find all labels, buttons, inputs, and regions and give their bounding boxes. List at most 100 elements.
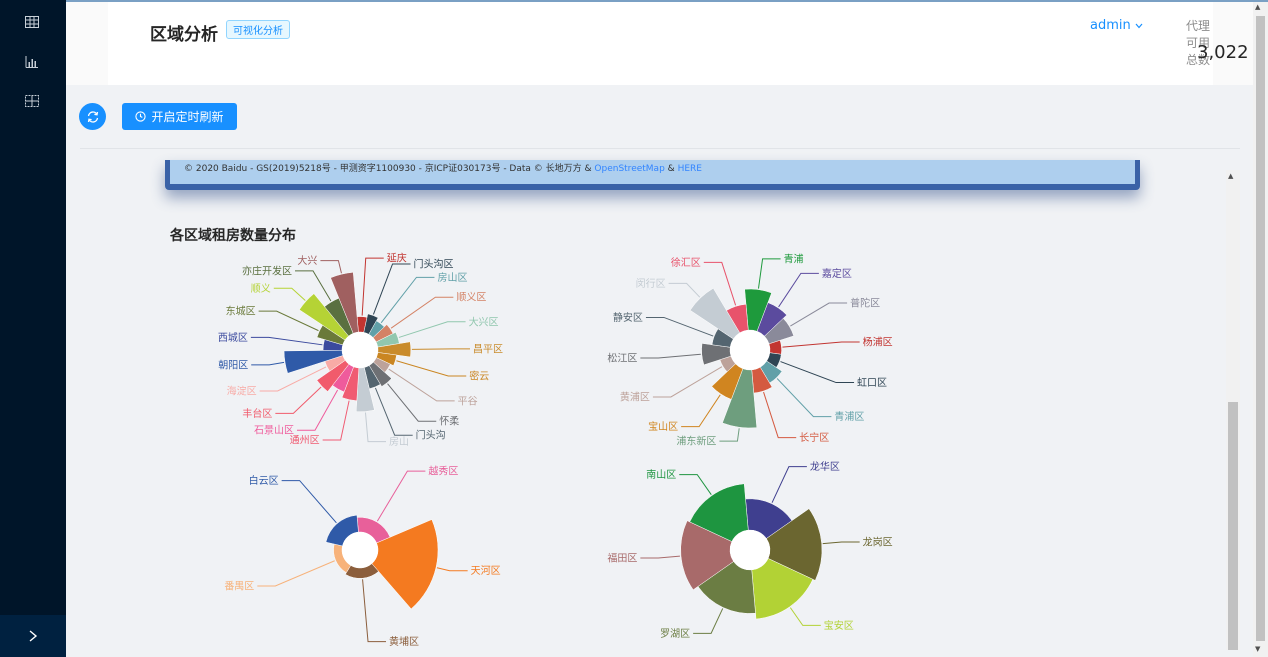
rose-label: 门头沟 xyxy=(416,429,446,442)
rose-label-line xyxy=(719,428,740,442)
rose-label: 宝安区 xyxy=(824,619,854,632)
rose-label: 番禺区 xyxy=(224,580,254,592)
rose-label-line xyxy=(390,296,454,329)
rose-label: 青浦 xyxy=(784,252,804,265)
rose-label: 南山区 xyxy=(646,468,676,481)
refresh-icon xyxy=(87,110,98,123)
rose-label-line xyxy=(281,480,337,524)
rose-label: 杨浦区 xyxy=(863,335,893,348)
bar-chart-icon[interactable] xyxy=(24,55,40,69)
page-title: 区域分析 xyxy=(150,25,218,45)
rose-label-line xyxy=(790,302,848,327)
rose-label-line xyxy=(645,316,714,337)
timer-refresh-button[interactable]: 开启定时刷新 xyxy=(122,103,237,130)
rose-label-line xyxy=(652,366,723,398)
page-scrollbar-thumb[interactable] xyxy=(1256,16,1265,641)
section-title: 各区域租房数量分布 xyxy=(170,228,296,244)
rose-label: 白云区 xyxy=(249,474,279,487)
rose-label: 嘉定区 xyxy=(822,267,852,280)
rose-label-line xyxy=(693,608,724,634)
rose-label: 罗湖区 xyxy=(660,628,690,640)
rose-label: 通州区 xyxy=(290,434,320,446)
rose-label: 天河区 xyxy=(471,565,501,577)
rose-label-line xyxy=(681,394,721,428)
rose-label-line xyxy=(388,368,455,402)
page-scroll-up-arrow[interactable]: ▲ xyxy=(1255,3,1260,11)
content-scrollbar-thumb[interactable] xyxy=(1228,402,1238,650)
rose-label-line xyxy=(771,466,807,503)
map-here-link[interactable]: HERE xyxy=(678,164,702,174)
rose-label-line xyxy=(296,389,339,431)
rose-label-line xyxy=(668,282,701,298)
rose-label: 长宁区 xyxy=(799,431,829,444)
rose-label-line xyxy=(396,360,467,377)
rose-label: 房山 xyxy=(389,435,409,448)
rose-label: 密云 xyxy=(469,370,489,383)
map-osm-link[interactable]: OpenStreetMap xyxy=(594,164,664,174)
rose-label-line xyxy=(436,567,468,572)
refresh-button[interactable] xyxy=(79,103,106,130)
grid-icon[interactable] xyxy=(24,94,40,108)
user-menu[interactable]: admin xyxy=(1090,18,1143,33)
rose-label: 丰台区 xyxy=(242,407,272,420)
shenzhen-rose-chart: 龙华区龙岗区宝安区罗湖区 福田区 南山区 xyxy=(607,460,893,640)
map-view[interactable]: © 2020 Baidu - GS(2019)5218号 - 甲测资字11009… xyxy=(170,160,1135,184)
rose-label-line xyxy=(679,474,712,495)
rose-label: 虹口区 xyxy=(857,377,887,389)
rose-label-line xyxy=(778,272,819,308)
rose-label: 浦东新区 xyxy=(676,435,716,448)
rose-label: 龙华区 xyxy=(810,460,840,473)
map-copyright-text: © 2020 Baidu - GS(2019)5218号 - 甲测资字11009… xyxy=(184,164,592,174)
rose-label: 门头沟区 xyxy=(414,257,454,270)
rose-label-line xyxy=(275,386,322,414)
rose-label-line xyxy=(376,470,426,522)
map-copyright: © 2020 Baidu - GS(2019)5218号 - 甲测资字11009… xyxy=(184,162,702,176)
page-tag: 可视化分析 xyxy=(226,20,290,39)
rose-label: 顺义区 xyxy=(456,292,486,304)
rose-label-line xyxy=(640,353,701,359)
scroll-up-arrow[interactable]: ▲ xyxy=(1228,172,1233,180)
rose-label: 龙岗区 xyxy=(863,535,893,548)
table-icon[interactable] xyxy=(24,15,40,29)
rose-label-line xyxy=(757,258,781,289)
sidebar-collapse-button[interactable] xyxy=(0,615,66,657)
rose-label-line xyxy=(361,257,384,316)
header: 区域分析 可视化分析 admin 代理可用总数 3,022 xyxy=(66,2,1253,85)
rose-label: 静安区 xyxy=(613,311,643,324)
rose-label: 黄埔区 xyxy=(389,635,419,648)
map-link-separator: & xyxy=(667,164,675,174)
guangzhou-rose-chart: 越秀区天河区黄埔区 番禺区 白云区 xyxy=(224,465,501,649)
page-scroll-down-arrow[interactable]: ▼ xyxy=(1255,645,1260,653)
rose-label-line xyxy=(822,541,860,545)
rose-label: 亦庄开发区 xyxy=(242,264,292,277)
rose-center xyxy=(730,530,770,570)
rose-label-line xyxy=(782,341,860,348)
proxy-count-value: 3,022 xyxy=(1197,42,1249,63)
divider xyxy=(80,148,1240,149)
rose-label: 大兴区 xyxy=(469,315,499,328)
user-name: admin xyxy=(1090,18,1131,33)
shanghai-rose-chart: 青浦嘉定区普陀区杨浦区虹口区青浦区长宁区 浦东新区 宝山区 黄浦区 松江区 静安区 闵行区徐… xyxy=(607,252,893,448)
rose-label: 越秀区 xyxy=(428,465,458,478)
rose-label: 怀柔 xyxy=(439,416,459,428)
rose-label-line xyxy=(411,348,470,350)
rose-label: 平谷 xyxy=(458,395,478,407)
rose-label-line xyxy=(374,387,413,436)
rose-label-line xyxy=(776,378,832,418)
rose-label: 青浦区 xyxy=(834,410,864,423)
rose-label: 松江区 xyxy=(607,352,637,365)
rose-label-line xyxy=(763,391,797,439)
rose-label-line xyxy=(640,555,680,559)
rose-label: 福田区 xyxy=(607,552,637,565)
rose-label-line xyxy=(372,263,411,315)
rose-label: 黄浦区 xyxy=(620,390,650,403)
rose-label: 西城区 xyxy=(218,332,248,344)
rose-label: 房山区 xyxy=(437,271,467,284)
rose-label: 闵行区 xyxy=(636,277,666,290)
beijing-rose-chart: 延庆门头沟区房山区顺义区大兴区昌平区密云平谷怀柔门头沟房山 通州区石景山区 丰台区 海… xyxy=(218,252,503,448)
rose-label: 海淀区 xyxy=(227,384,257,397)
timer-refresh-label: 开启定时刷新 xyxy=(151,110,224,124)
clock-icon xyxy=(135,111,147,122)
rose-label-line xyxy=(398,321,466,338)
rose-label: 徐汇区 xyxy=(671,256,701,269)
